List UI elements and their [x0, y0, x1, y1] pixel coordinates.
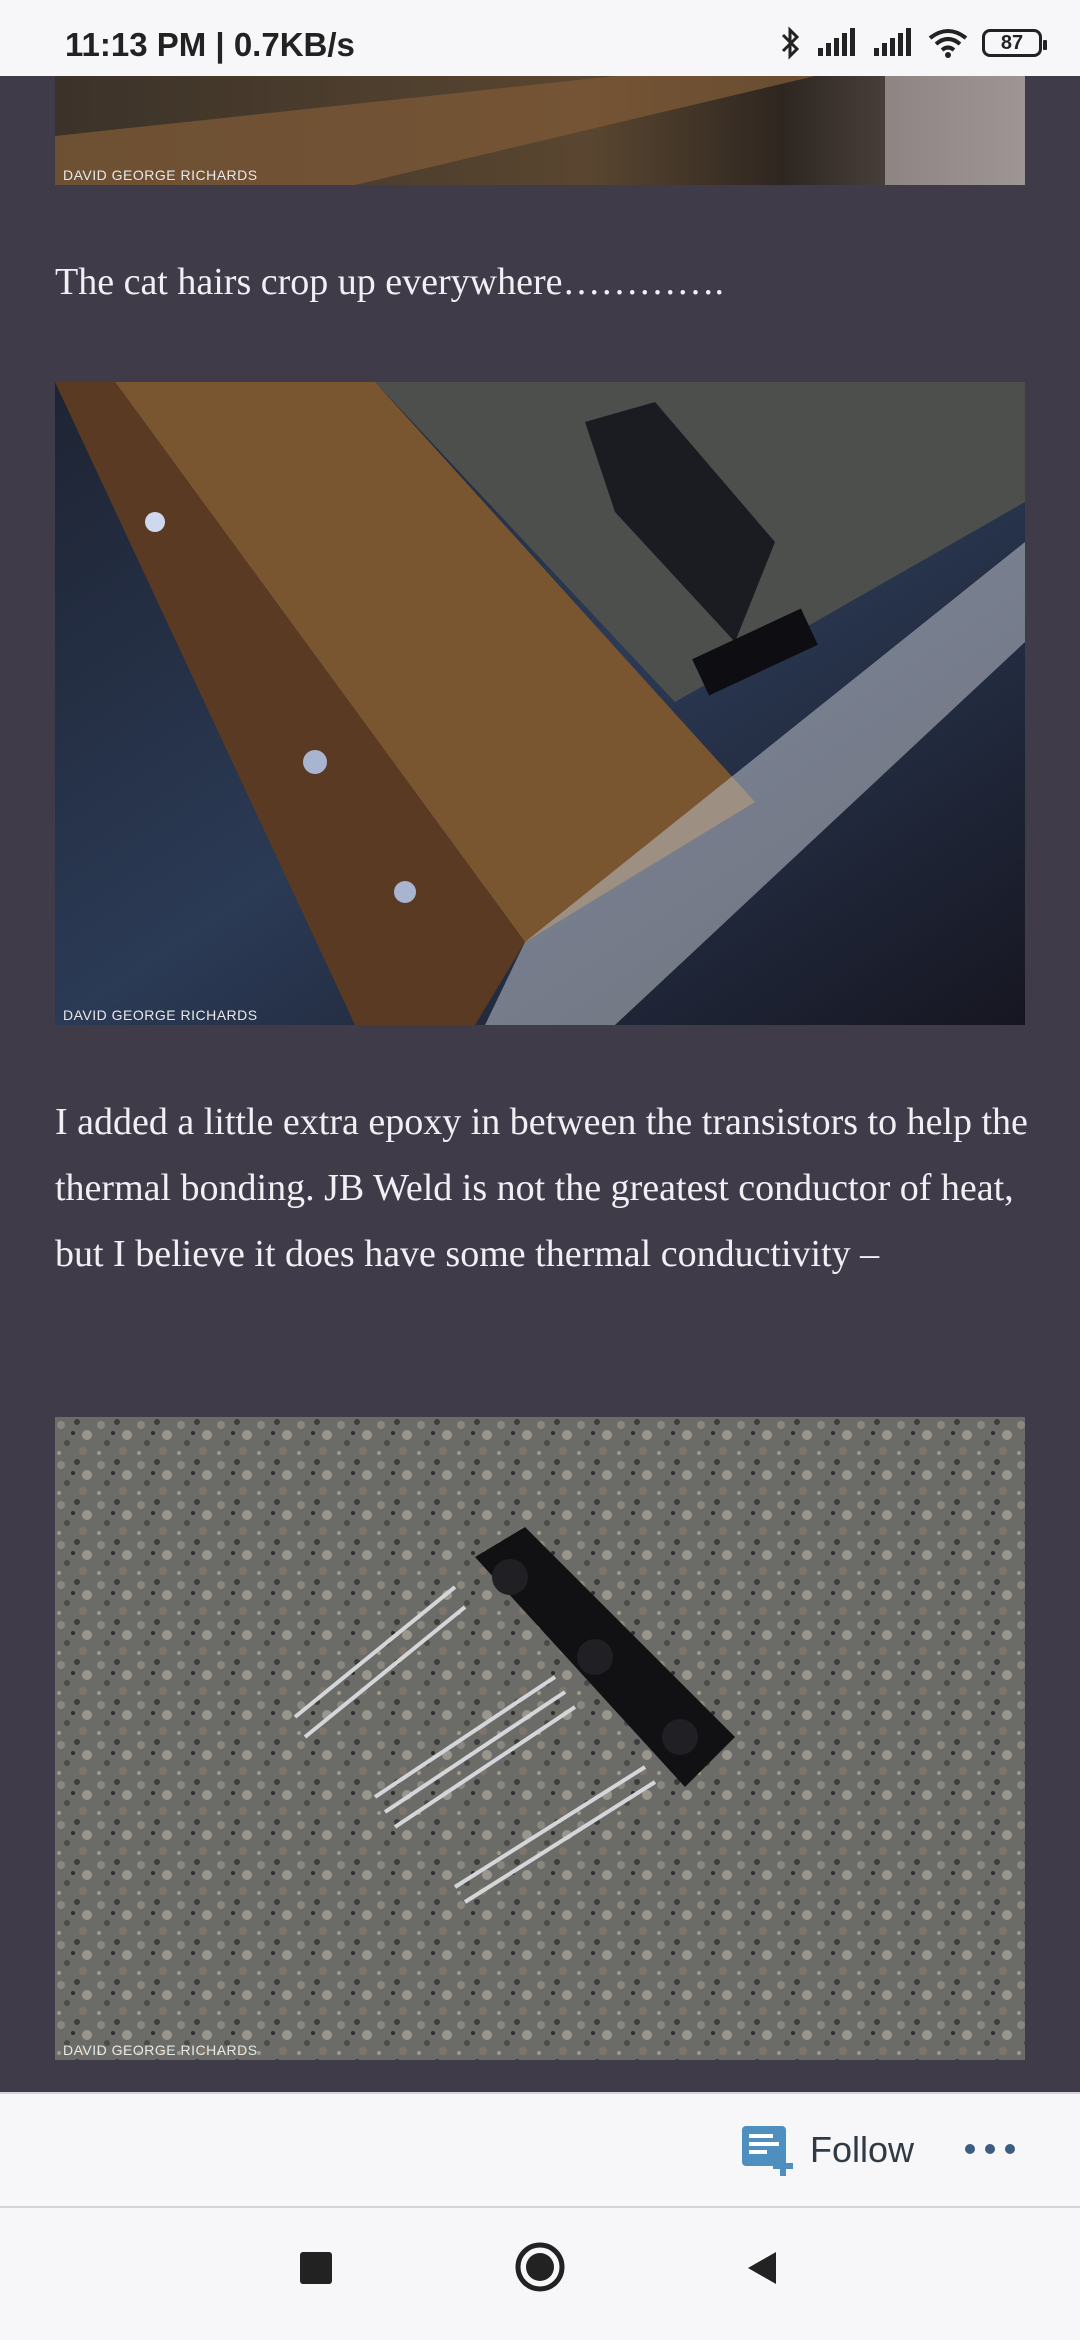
- follow-reader-icon: [742, 2126, 793, 2176]
- article-photo-transistors-concrete: DAVID GEORGE RICHARDS: [55, 1417, 1025, 2060]
- follow-bar: Follow: [0, 2092, 1080, 2208]
- home-button[interactable]: [514, 2241, 566, 2293]
- transistor-edge-image: [55, 382, 1025, 1025]
- article-photo-transistor-edge: DAVID GEORGE RICHARDS: [55, 382, 1025, 1025]
- transistors-concrete-image: [55, 1417, 1025, 2060]
- follow-button[interactable]: Follow: [740, 2124, 914, 2176]
- more-options-icon[interactable]: [960, 2134, 1020, 2164]
- status-time: 11:13 PM | 0.7KB/s: [65, 26, 355, 63]
- article-photo-desk: DAVID GEORGE RICHARDS: [55, 76, 1025, 185]
- back-button[interactable]: [742, 2248, 782, 2288]
- status-bar: 11:13 PM | 0.7KB/s 87: [0, 0, 1080, 76]
- battery-indicator: 87: [982, 29, 1047, 57]
- article-paragraph-2: I added a little extra epoxy in between …: [55, 1101, 1028, 1275]
- battery-level: 87: [1000, 31, 1024, 54]
- recents-button[interactable]: [300, 2252, 332, 2284]
- follow-label: Follow: [810, 2129, 915, 2170]
- signal-icon: [818, 28, 855, 56]
- article-content: DAVID GEORGE RICHARDS The cat hairs crop…: [0, 76, 1080, 2092]
- article-paragraph-1: The cat hairs crop up everywhere………….: [55, 261, 724, 303]
- system-nav-bar: [0, 2208, 1080, 2340]
- photo-credit-2: DAVID GEORGE RICHARDS: [63, 1007, 258, 1023]
- bluetooth-icon: [781, 26, 800, 60]
- status-icons: 87: [780, 26, 1047, 60]
- signal-icon-2: [874, 28, 911, 56]
- photo-credit-3: DAVID GEORGE RICHARDS: [63, 2042, 258, 2058]
- photo-credit: DAVID GEORGE RICHARDS: [63, 167, 258, 183]
- wifi-icon: [928, 29, 968, 58]
